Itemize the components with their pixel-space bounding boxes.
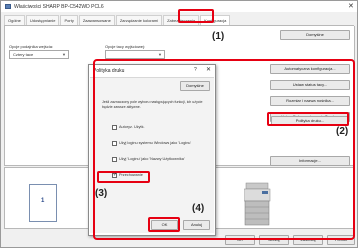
highlight-ok-button: [148, 217, 180, 232]
callout-step-4: (4): [192, 203, 205, 214]
tab-sharing[interactable]: Udostępnianie: [25, 15, 60, 25]
chevron-down-icon: ▼: [62, 52, 66, 57]
highlight-configuration-tab: [178, 9, 214, 23]
chevron-down-icon: ▼: [158, 52, 162, 57]
highlight-dialog-region: [93, 59, 355, 240]
input-tray-options-value: Cztery tace: [13, 52, 34, 57]
output-tray-options-label: Opcje tacy wyjściowej:: [105, 44, 146, 49]
output-tray-options-select[interactable]: ▼: [105, 50, 165, 59]
tab-advanced[interactable]: Zaawansowane: [78, 15, 115, 25]
callout-step-3: (3): [95, 188, 108, 199]
page-number: 1: [41, 198, 45, 204]
printer-app-icon: [5, 4, 11, 9]
default-button[interactable]: Domyślne: [280, 30, 350, 40]
callout-step-1: (1): [212, 31, 225, 42]
highlight-policy-button: [267, 112, 349, 126]
input-tray-options-label: Opcje podajnika wejścia:: [9, 44, 54, 49]
tab-ports[interactable]: Porty: [60, 15, 78, 25]
tab-general[interactable]: Ogólne: [4, 15, 25, 25]
window-title: Właściwości SHARP BP-C542WD PCL6: [14, 4, 104, 10]
window-close-icon[interactable]: ✕: [348, 2, 354, 10]
callout-step-2: (2): [336, 126, 349, 137]
page-preview: 1: [29, 184, 57, 222]
highlight-retention-checkbox: [97, 171, 150, 183]
tab-color-management[interactable]: Zarządzanie kolorami: [115, 15, 163, 25]
input-tray-options-select[interactable]: Cztery tace ▼: [9, 50, 69, 59]
